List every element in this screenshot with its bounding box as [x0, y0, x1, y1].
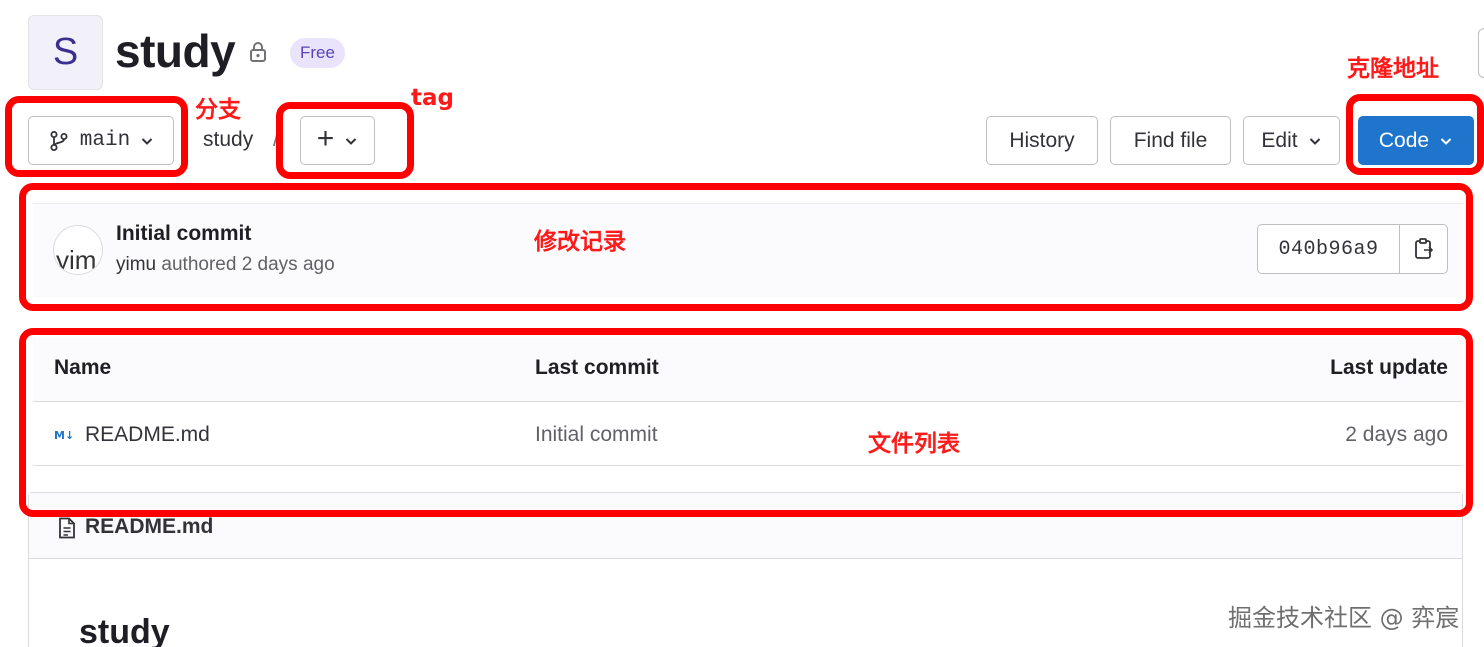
- lock-icon: [250, 42, 266, 62]
- plan-badge: Free: [290, 38, 345, 68]
- annotation-label-branch: 分支: [195, 97, 241, 123]
- annotation-label-commit: 修改记录: [534, 229, 626, 255]
- edit-label: Edit: [1261, 128, 1298, 152]
- project-title[interactable]: study: [115, 24, 236, 78]
- header-action-button[interactable]: [1478, 28, 1484, 78]
- annotation-box-branch: [5, 96, 188, 177]
- annotation-box-tag: [276, 102, 414, 179]
- annotation-box-clone: [1346, 94, 1484, 175]
- project-avatar[interactable]: S: [28, 15, 103, 90]
- watermark: 掘金技术社区 @ 弈宸: [1228, 604, 1460, 632]
- readme-heading: study: [79, 613, 170, 647]
- breadcrumb[interactable]: study: [203, 128, 253, 152]
- history-button[interactable]: History: [986, 116, 1098, 165]
- readme-filename[interactable]: README.md: [85, 515, 213, 539]
- annotation-label-files: 文件列表: [868, 431, 960, 457]
- file-icon: [59, 517, 75, 539]
- chevron-down-icon: [1309, 137, 1320, 145]
- edit-dropdown-button[interactable]: Edit: [1243, 116, 1340, 165]
- annotation-label-tag: tag: [411, 85, 454, 111]
- project-avatar-letter: S: [52, 31, 79, 73]
- annotation-box-files: [19, 328, 1473, 517]
- find-file-button[interactable]: Find file: [1110, 116, 1231, 165]
- annotation-box-commit: [19, 183, 1473, 311]
- annotation-label-clone: 克隆地址: [1347, 56, 1439, 82]
